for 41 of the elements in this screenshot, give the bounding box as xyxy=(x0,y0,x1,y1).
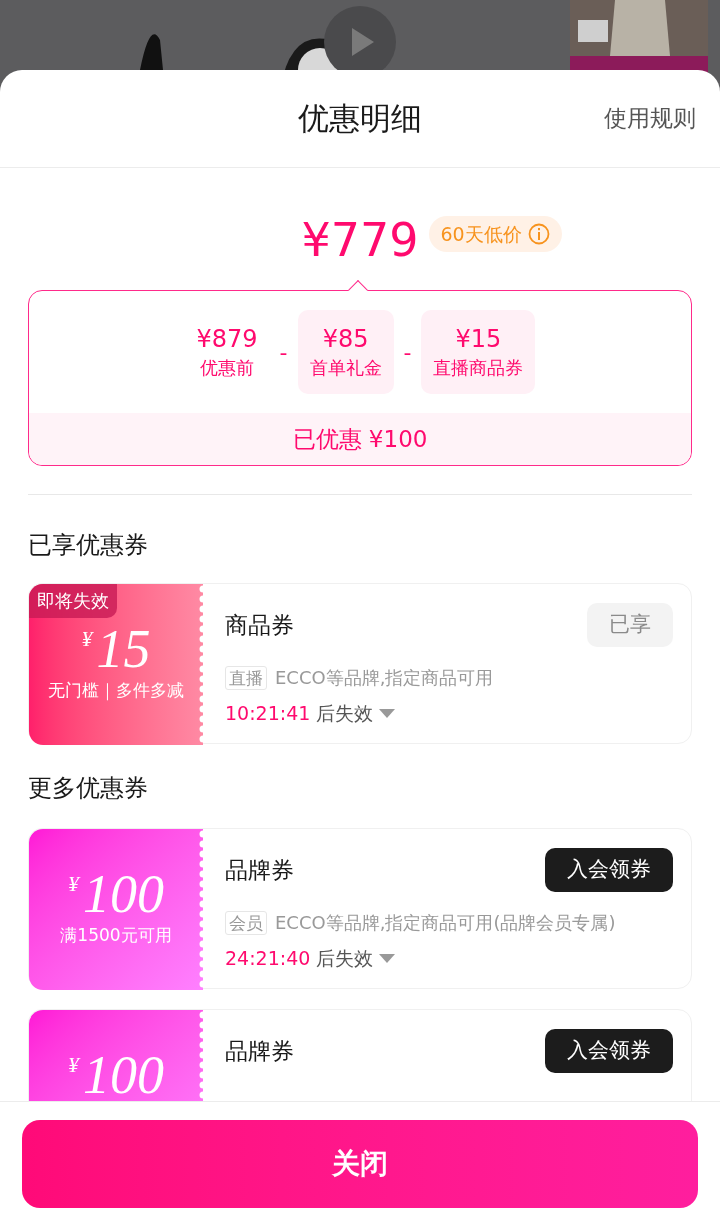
info-icon[interactable] xyxy=(527,223,550,245)
total-discount: 已优惠 ¥100 xyxy=(292,424,428,454)
currency-sign: ¥ xyxy=(68,871,79,897)
tag-label: 会员 xyxy=(225,910,267,935)
currency-sign: ¥ xyxy=(81,626,93,652)
coupon-description: ECCO等品牌,指定商品可用(品牌会员专属) xyxy=(275,911,616,935)
minus-sign: - xyxy=(402,338,413,367)
coupon-condition: 无门槛｜多件多减 xyxy=(48,679,184,703)
coupon-name: 品牌券 xyxy=(225,1036,294,1066)
sheet-title: 优惠明细 xyxy=(298,99,422,139)
section-title: 更多优惠券 xyxy=(28,773,149,804)
expiry-label: 后失效 xyxy=(316,946,374,971)
dropdown-caret-icon[interactable] xyxy=(379,953,396,963)
coupon-description: ECCO等品牌,指定商品可用 xyxy=(275,666,494,690)
close-button[interactable]: 关闭 xyxy=(22,1120,698,1208)
join-claim-button[interactable]: 入会领券 xyxy=(545,848,673,892)
badge-text: 60天低价 xyxy=(440,221,522,247)
coupon-name: 品牌券 xyxy=(225,855,294,885)
coupon-name: 商品券 xyxy=(225,610,294,640)
expiring-badge: 即将失效 xyxy=(29,584,117,618)
expiry-label: 后失效 xyxy=(316,701,374,726)
join-claim-button[interactable]: 入会领券 xyxy=(545,1029,673,1073)
amount-label: 优惠前 xyxy=(200,356,255,380)
rules-link[interactable]: 使用规则 xyxy=(604,101,696,136)
coupon-amount: 100 xyxy=(83,1048,164,1101)
countdown-timer: 10:21:41 xyxy=(225,701,311,726)
price: ¥779 xyxy=(301,217,419,263)
currency-sign: ¥ xyxy=(68,1052,79,1078)
amount: ¥85 xyxy=(322,324,369,355)
amount-label: 首单礼金 xyxy=(309,356,382,380)
dropdown-caret-icon[interactable] xyxy=(379,708,396,718)
countdown-timer: 24:21:40 xyxy=(225,946,311,971)
tag-label: 直播 xyxy=(225,665,267,690)
amount: ¥879 xyxy=(196,324,258,355)
amount-label: 直播商品券 xyxy=(433,356,524,380)
coupon-amount: 100 xyxy=(83,867,164,921)
coupon-condition: 满1500元可用 xyxy=(60,924,172,947)
coupon-amount: 15 xyxy=(96,622,151,676)
minus-sign: - xyxy=(278,338,289,367)
section-title: 已享优惠券 xyxy=(28,530,149,561)
amount: ¥15 xyxy=(455,324,502,355)
